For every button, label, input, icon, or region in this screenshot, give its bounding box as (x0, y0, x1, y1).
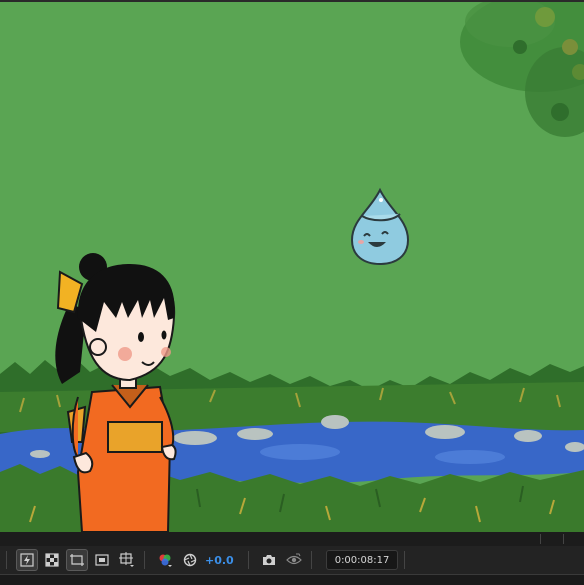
take-snapshot-button[interactable] (258, 549, 280, 571)
fast-previews-button[interactable] (16, 549, 38, 571)
region-of-interest-icon (70, 554, 84, 566)
current-time-display[interactable]: 0:00:08:17 (325, 550, 399, 570)
toggle-mask-visibility-button[interactable] (91, 549, 113, 571)
viewer-toolbar: +0.0 0:00:08:17 (0, 546, 584, 574)
water-droplet-mascot (350, 187, 410, 266)
fast-previews-icon (20, 553, 34, 567)
timeline-strip (0, 532, 584, 546)
composition-canvas (0, 2, 584, 532)
toolbar-separator (247, 551, 249, 569)
guides-grid-button[interactable] (116, 549, 138, 571)
exposure-aperture-icon (183, 553, 197, 567)
exposure-value[interactable]: +0.0 (205, 554, 234, 567)
transparency-grid-icon (45, 553, 59, 567)
transparency-grid-button[interactable] (41, 549, 63, 571)
strip-divider (563, 534, 564, 544)
reset-exposure-button[interactable] (179, 549, 201, 571)
toolbar-separator (310, 551, 312, 569)
composition-viewer-panel: +0.0 0:00:08:17 (0, 0, 584, 585)
toolbar-separator (144, 551, 145, 569)
guides-grid-icon (119, 552, 134, 567)
strip-divider (540, 534, 541, 544)
toolbar-separator (6, 551, 7, 569)
color-channels-icon (159, 554, 172, 567)
tree-foliage (460, 2, 584, 137)
show-snapshot-button[interactable] (283, 549, 305, 571)
show-snapshot-icon (285, 553, 302, 565)
region-of-interest-button[interactable] (66, 549, 88, 571)
show-channel-button[interactable] (154, 549, 176, 571)
panel-bottom-edge (0, 574, 584, 585)
toggle-mask-visibility-icon (95, 554, 109, 566)
camera-icon (262, 555, 275, 565)
composition-viewer[interactable] (0, 0, 584, 532)
toolbar-separator (404, 551, 406, 569)
timecode-text: 0:00:08:17 (334, 554, 390, 566)
